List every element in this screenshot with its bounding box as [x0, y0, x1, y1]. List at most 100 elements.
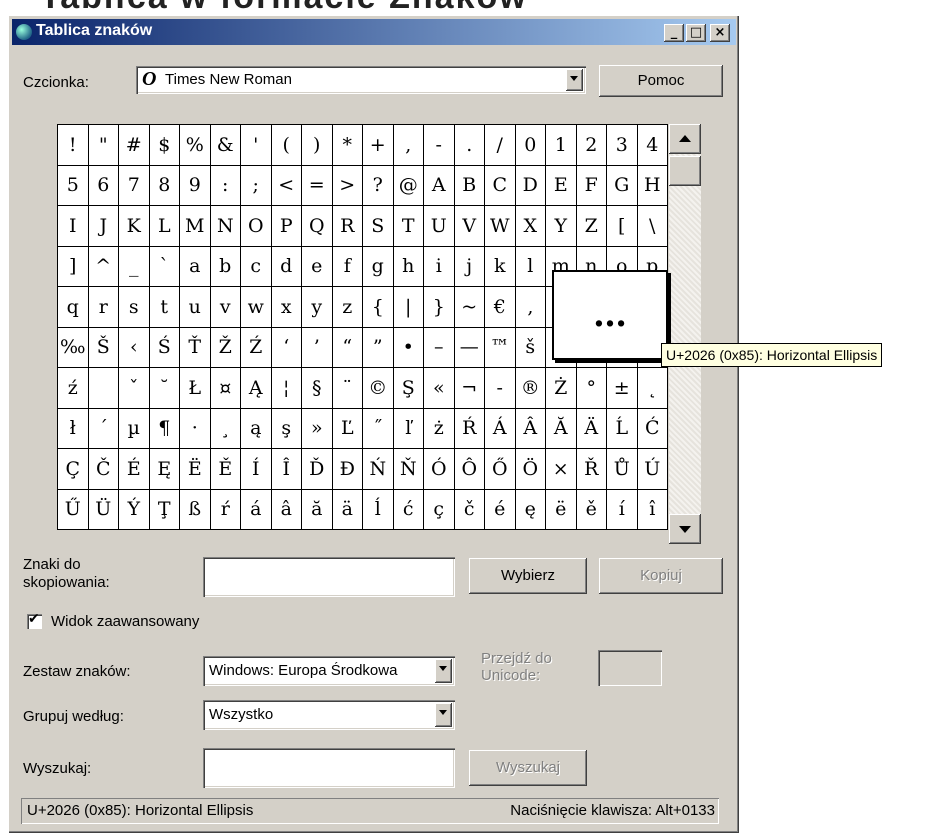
char-cell[interactable]: ±: [607, 368, 638, 409]
char-cell[interactable]: y: [302, 287, 333, 328]
char-cell[interactable]: ,: [393, 125, 424, 166]
char-cell[interactable]: [88, 368, 119, 409]
char-cell[interactable]: \: [637, 206, 668, 247]
char-cell[interactable]: é: [485, 489, 516, 530]
char-cell[interactable]: -: [485, 368, 516, 409]
char-cell[interactable]: Ě: [210, 449, 241, 490]
char-cell[interactable]: Ş: [393, 368, 424, 409]
char-cell[interactable]: Ü: [88, 489, 119, 530]
chevron-down-icon[interactable]: [435, 703, 452, 727]
close-button[interactable]: ×: [710, 24, 730, 42]
char-cell[interactable]: §: [302, 368, 333, 409]
maximize-button[interactable]: □: [686, 24, 706, 42]
char-cell[interactable]: N: [210, 206, 241, 247]
char-cell[interactable]: ç: [424, 489, 455, 530]
char-cell[interactable]: /: [485, 125, 516, 166]
char-cell[interactable]: ~: [454, 287, 485, 328]
char-cell[interactable]: R: [332, 206, 363, 247]
char-cell[interactable]: +: [363, 125, 394, 166]
char-cell[interactable]: }: [424, 287, 455, 328]
char-cell[interactable]: I: [58, 206, 89, 247]
char-cell[interactable]: ˝: [363, 408, 394, 449]
char-cell[interactable]: µ: [119, 408, 150, 449]
char-cell[interactable]: Y: [546, 206, 577, 247]
advanced-view-label[interactable]: Widok zaawansowany: [51, 613, 199, 630]
char-cell[interactable]: Ú: [637, 449, 668, 490]
char-cell[interactable]: A: [424, 165, 455, 206]
char-cell[interactable]: ş: [271, 408, 302, 449]
char-cell[interactable]: %: [180, 125, 211, 166]
char-cell[interactable]: ×: [546, 449, 577, 490]
char-cell[interactable]: r: [88, 287, 119, 328]
char-cell[interactable]: É: [119, 449, 150, 490]
charset-select[interactable]: Windows: Europa Środkowa: [203, 656, 455, 686]
char-cell[interactable]: -: [424, 125, 455, 166]
char-cell[interactable]: 1: [546, 125, 577, 166]
char-cell[interactable]: ¨: [332, 368, 363, 409]
char-cell[interactable]: [: [607, 206, 638, 247]
char-cell[interactable]: ™: [485, 327, 516, 368]
char-cell[interactable]: ¦: [271, 368, 302, 409]
char-cell[interactable]: 7: [119, 165, 150, 206]
char-cell[interactable]: ę: [515, 489, 546, 530]
char-cell[interactable]: ˇ: [119, 368, 150, 409]
char-cell[interactable]: Ą: [241, 368, 272, 409]
char-cell[interactable]: Ô: [454, 449, 485, 490]
char-cell[interactable]: Ë: [180, 449, 211, 490]
help-button[interactable]: Pomoc: [599, 65, 723, 97]
char-cell[interactable]: g: [363, 246, 394, 287]
char-cell[interactable]: !: [58, 125, 89, 166]
char-cell[interactable]: Ĺ: [607, 408, 638, 449]
goto-unicode-input[interactable]: [598, 650, 662, 686]
char-cell[interactable]: 9: [180, 165, 211, 206]
char-cell[interactable]: ¤: [210, 368, 241, 409]
grid-scrollbar[interactable]: [669, 124, 701, 544]
char-cell[interactable]: L: [149, 206, 180, 247]
char-cell[interactable]: Š: [88, 327, 119, 368]
char-cell[interactable]: Ż: [546, 368, 577, 409]
char-cell[interactable]: t: [149, 287, 180, 328]
char-cell[interactable]: í: [607, 489, 638, 530]
char-cell[interactable]: Đ: [332, 449, 363, 490]
char-cell[interactable]: Ć: [637, 408, 668, 449]
char-cell[interactable]: ?: [363, 165, 394, 206]
char-cell[interactable]: Ď: [302, 449, 333, 490]
char-cell[interactable]: H: [637, 165, 668, 206]
search-button[interactable]: Wyszukaj: [469, 750, 587, 786]
font-select[interactable]: O Times New Roman: [136, 66, 586, 94]
char-cell[interactable]: 4: [637, 125, 668, 166]
char-cell[interactable]: ^: [88, 246, 119, 287]
char-cell[interactable]: j: [454, 246, 485, 287]
char-cell[interactable]: «: [424, 368, 455, 409]
char-cell[interactable]: ě: [576, 489, 607, 530]
char-cell[interactable]: f: [332, 246, 363, 287]
char-cell[interactable]: Ů: [607, 449, 638, 490]
char-cell[interactable]: U: [424, 206, 455, 247]
char-cell[interactable]: X: [515, 206, 546, 247]
char-cell[interactable]: Ő: [485, 449, 516, 490]
char-cell[interactable]: W: [485, 206, 516, 247]
char-cell[interactable]: ă: [302, 489, 333, 530]
char-cell[interactable]: »: [302, 408, 333, 449]
title-bar[interactable]: Tablica znaków _ □ ×: [12, 19, 736, 45]
char-cell[interactable]: i: [424, 246, 455, 287]
char-cell[interactable]: á: [241, 489, 272, 530]
char-cell[interactable]: &: [210, 125, 241, 166]
scroll-down-arrow-icon[interactable]: [669, 514, 701, 544]
char-cell[interactable]: ć: [393, 489, 424, 530]
char-cell[interactable]: “: [332, 327, 363, 368]
char-cell[interactable]: Ý: [119, 489, 150, 530]
scroll-up-arrow-icon[interactable]: [669, 124, 701, 154]
chevron-down-icon[interactable]: [435, 659, 452, 683]
char-cell[interactable]: *: [332, 125, 363, 166]
char-cell[interactable]: w: [241, 287, 272, 328]
char-cell[interactable]: ß: [180, 489, 211, 530]
char-cell[interactable]: v: [210, 287, 241, 328]
char-cell[interactable]: Ę: [149, 449, 180, 490]
char-cell[interactable]: î: [637, 489, 668, 530]
char-cell[interactable]: Q: [302, 206, 333, 247]
char-cell[interactable]: ą: [241, 408, 272, 449]
char-cell[interactable]: 8: [149, 165, 180, 206]
char-cell[interactable]: ®: [515, 368, 546, 409]
char-cell[interactable]: M: [180, 206, 211, 247]
